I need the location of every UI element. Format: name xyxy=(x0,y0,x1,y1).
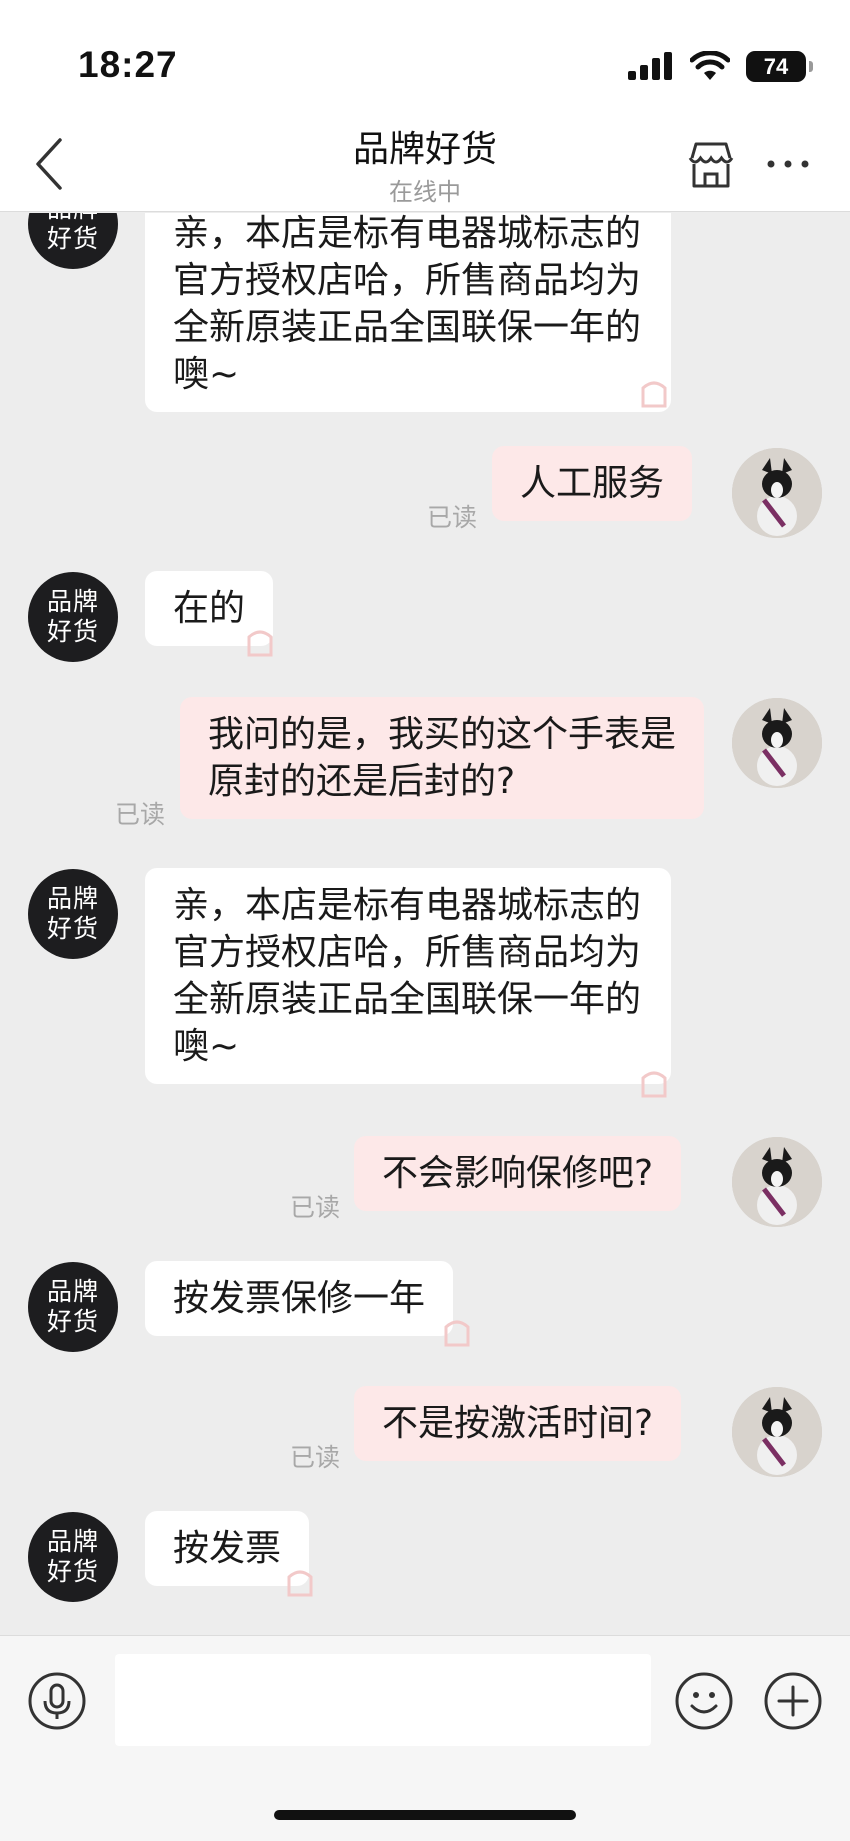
message-bubble[interactable]: 人工服务 xyxy=(492,446,693,521)
pdd-watermark-icon xyxy=(444,1320,470,1347)
shop-avatar-text-1: 品牌 xyxy=(46,884,99,913)
dog-avatar-icon xyxy=(732,1137,822,1227)
message-bubble[interactable]: 不会影响保修吧? xyxy=(354,1136,682,1211)
store-icon[interactable] xyxy=(686,140,736,190)
shop-avatar-text-1: 品牌 xyxy=(28,213,118,224)
chat-header: 品牌好货 在线中 xyxy=(0,112,850,212)
shop-avatar-text-1: 品牌 xyxy=(46,1277,99,1306)
dog-avatar-icon xyxy=(732,698,822,788)
shop-avatar-text-2: 好货 xyxy=(46,1557,99,1586)
shop-avatar[interactable]: 品牌 好货 xyxy=(28,1262,118,1352)
user-avatar[interactable] xyxy=(732,698,822,788)
pdd-watermark-icon xyxy=(641,381,667,408)
signal-icon xyxy=(628,52,672,80)
message-bubble[interactable]: 我问的是，我买的这个手表是原封的还是后封的? xyxy=(180,697,704,819)
home-indicator xyxy=(274,1810,576,1820)
shop-avatar-text-2: 好货 xyxy=(46,617,99,646)
shop-avatar[interactable]: 品牌 好货 xyxy=(28,572,118,662)
dog-avatar-icon xyxy=(732,448,822,538)
shop-avatar[interactable]: 品牌 好货 xyxy=(28,1512,118,1602)
message-bubble[interactable]: 亲，本店是标有电器城标志的官方授权店哈，所售商品均为全新原装正品全国联保一年的噢… xyxy=(145,213,671,412)
read-receipt: 已读 xyxy=(290,1193,341,1222)
read-receipt: 已读 xyxy=(427,503,478,532)
message-bubble[interactable]: 不是按激活时间? xyxy=(354,1386,682,1461)
battery-indicator: 74 xyxy=(746,50,813,82)
pdd-watermark-icon xyxy=(287,1570,313,1597)
shop-avatar-text-2: 好货 xyxy=(46,224,99,253)
status-time: 18:27 xyxy=(78,44,178,85)
user-avatar[interactable] xyxy=(732,1387,822,1477)
pdd-watermark-icon xyxy=(641,1071,667,1098)
dog-avatar-icon xyxy=(732,1387,822,1477)
message-input-bar xyxy=(0,1635,850,1841)
shop-avatar-text-1: 品牌 xyxy=(46,587,99,616)
status-icons: 74 xyxy=(628,48,813,84)
wifi-icon xyxy=(690,51,730,80)
shop-avatar-text-1: 品牌 xyxy=(46,1527,99,1556)
shop-avatar-text-2: 好货 xyxy=(46,914,99,943)
status-bar: 18:27 74 xyxy=(0,0,850,112)
microphone-icon[interactable] xyxy=(28,1672,86,1730)
message-input[interactable] xyxy=(115,1654,651,1746)
shop-avatar[interactable]: 品牌 好货 xyxy=(28,869,118,959)
emoji-icon[interactable] xyxy=(675,1672,733,1730)
chat-message-list[interactable]: 品牌 好货 亲，本店是标有电器城标志的官方授权店哈，所售商品均为全新原装正品全国… xyxy=(0,213,850,1635)
shop-avatar-text-2: 好货 xyxy=(46,1307,99,1336)
message-bubble[interactable]: 亲，本店是标有电器城标志的官方授权店哈，所售商品均为全新原装正品全国联保一年的噢… xyxy=(145,868,671,1084)
read-receipt: 已读 xyxy=(115,800,166,829)
pdd-watermark-icon xyxy=(247,630,273,657)
read-receipt: 已读 xyxy=(290,1443,341,1472)
message-bubble[interactable]: 按发票保修一年 xyxy=(145,1261,454,1336)
plus-icon[interactable] xyxy=(764,1672,822,1730)
user-avatar[interactable] xyxy=(732,1137,822,1227)
user-avatar[interactable] xyxy=(732,448,822,538)
shop-avatar[interactable]: 品牌 好货 xyxy=(28,213,118,269)
more-icon[interactable] xyxy=(766,152,810,176)
